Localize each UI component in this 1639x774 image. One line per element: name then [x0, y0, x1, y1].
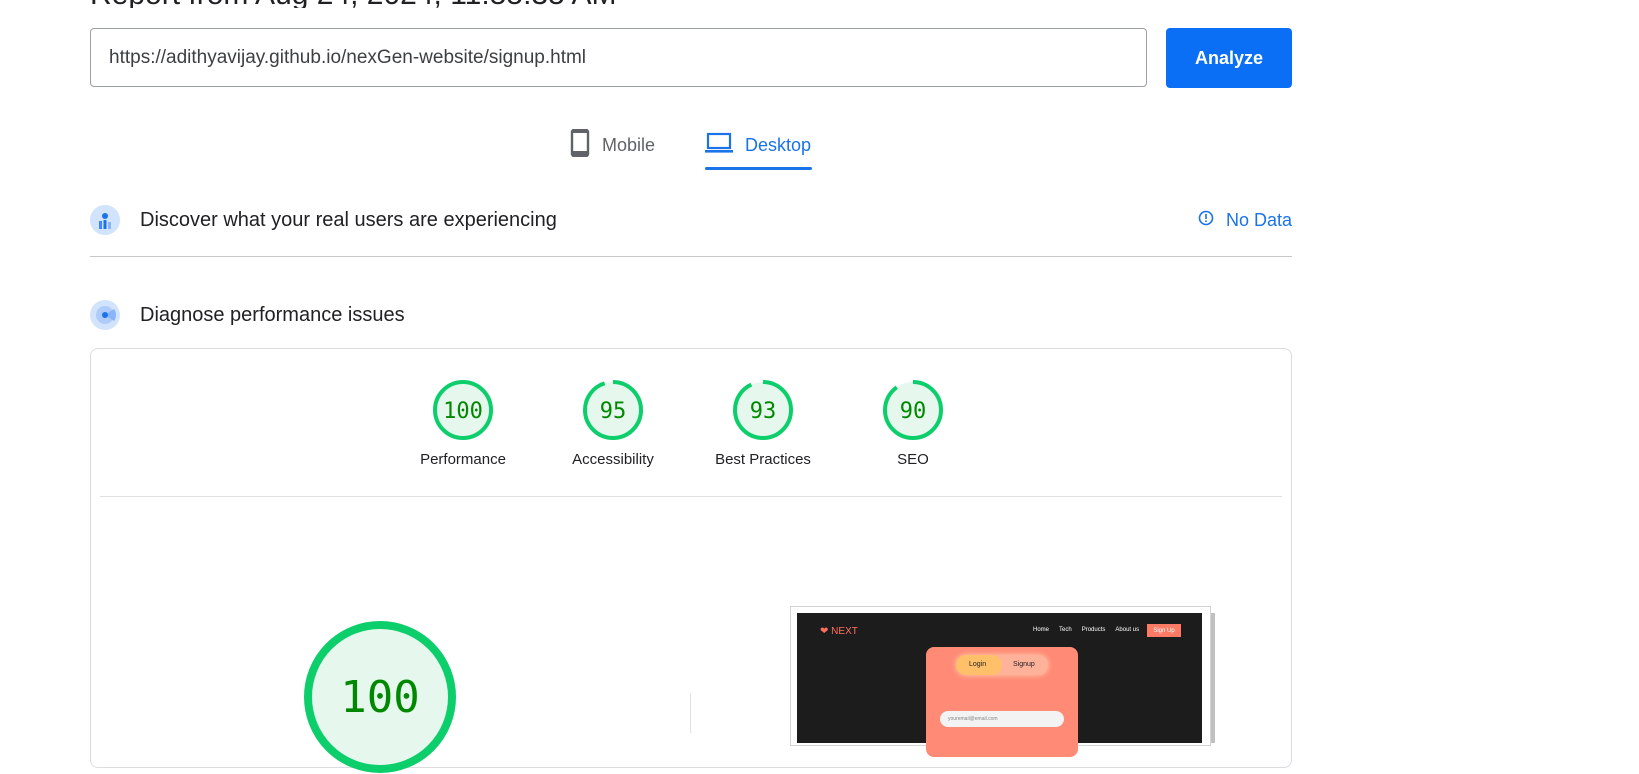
gauge-ring: 95: [583, 380, 643, 440]
report-header-fragment: Report from Aug 24, 2024, 11:55:35 AM: [90, 0, 790, 8]
tab-mobile[interactable]: Mobile: [570, 120, 655, 170]
tab-mobile-label: Mobile: [602, 134, 656, 155]
gauge-label: Performance: [420, 451, 506, 468]
section-divider: [90, 256, 1292, 257]
gauge-label: SEO: [897, 451, 929, 468]
field-data-title: Discover what your real users are experi…: [140, 208, 557, 231]
field-data-header: Discover what your real users are experi…: [90, 200, 1292, 240]
main-score-value: 100: [340, 672, 419, 723]
url-input[interactable]: [90, 28, 1147, 87]
lab-data-title: Diagnose performance issues: [140, 303, 405, 326]
preview-login-tab: Login: [969, 661, 987, 668]
gauge-score: 95: [600, 399, 627, 424]
no-data-label: No Data: [1225, 209, 1292, 230]
preview-page: ❤ NEXT Home Tech Products About us Sign …: [797, 613, 1202, 757]
preview-signup-tab: Signup: [1013, 661, 1035, 668]
preview-email-field: youremail@email.com: [940, 711, 1064, 727]
preview-form-panel: Login Signup youremail@email.com: [926, 647, 1078, 757]
gauge-best-practices[interactable]: 93 Best Practices: [688, 378, 838, 468]
gauge-score: 93: [750, 399, 777, 424]
preview-nav-item: About us: [1115, 627, 1140, 633]
preview-nav-item: Products: [1081, 627, 1106, 633]
analyze-button[interactable]: Analyze: [1166, 28, 1292, 88]
gauge-ring: 93: [733, 380, 793, 440]
main-performance-gauge: 100: [304, 621, 456, 773]
preview-nav-item: Home: [1033, 627, 1050, 633]
card-divider: [100, 496, 1282, 497]
gauge-score: 90: [900, 399, 927, 424]
preview-signup-button: Sign Up: [1147, 624, 1181, 637]
page-screenshot-preview: ❤ NEXT Home Tech Products About us Sign …: [790, 606, 1215, 757]
gauge-label: Best Practices: [715, 451, 811, 468]
metrics-vertical-divider: [690, 693, 691, 733]
active-tab-indicator: [705, 167, 812, 170]
preview-nav-item: Tech: [1059, 627, 1072, 633]
no-data-link[interactable]: No Data: [1198, 210, 1292, 231]
gauge-score: 100: [443, 399, 483, 424]
tab-desktop-label: Desktop: [745, 134, 812, 155]
tab-desktop[interactable]: Desktop: [705, 120, 811, 170]
info-icon: [1198, 210, 1214, 231]
users-chart-icon: [90, 205, 120, 235]
gauge-ring: 90: [883, 380, 943, 440]
preview-nav: Home Tech Products About us: [1033, 627, 1139, 633]
lab-data-header: Diagnose performance issues: [90, 295, 1292, 335]
laptop-icon: [705, 132, 733, 159]
gauge-seo[interactable]: 90 SEO: [838, 378, 988, 468]
phone-icon: [570, 128, 590, 162]
radar-icon: [90, 300, 120, 330]
gauge-label: Accessibility: [572, 451, 654, 468]
preview-logo: ❤ NEXT: [820, 626, 858, 637]
gauge-accessibility[interactable]: 95 Accessibility: [538, 378, 688, 468]
preview-scrollbar: [1211, 613, 1215, 743]
gauge-performance[interactable]: 100 Performance: [388, 378, 538, 468]
gauge-ring: 100: [433, 380, 493, 440]
